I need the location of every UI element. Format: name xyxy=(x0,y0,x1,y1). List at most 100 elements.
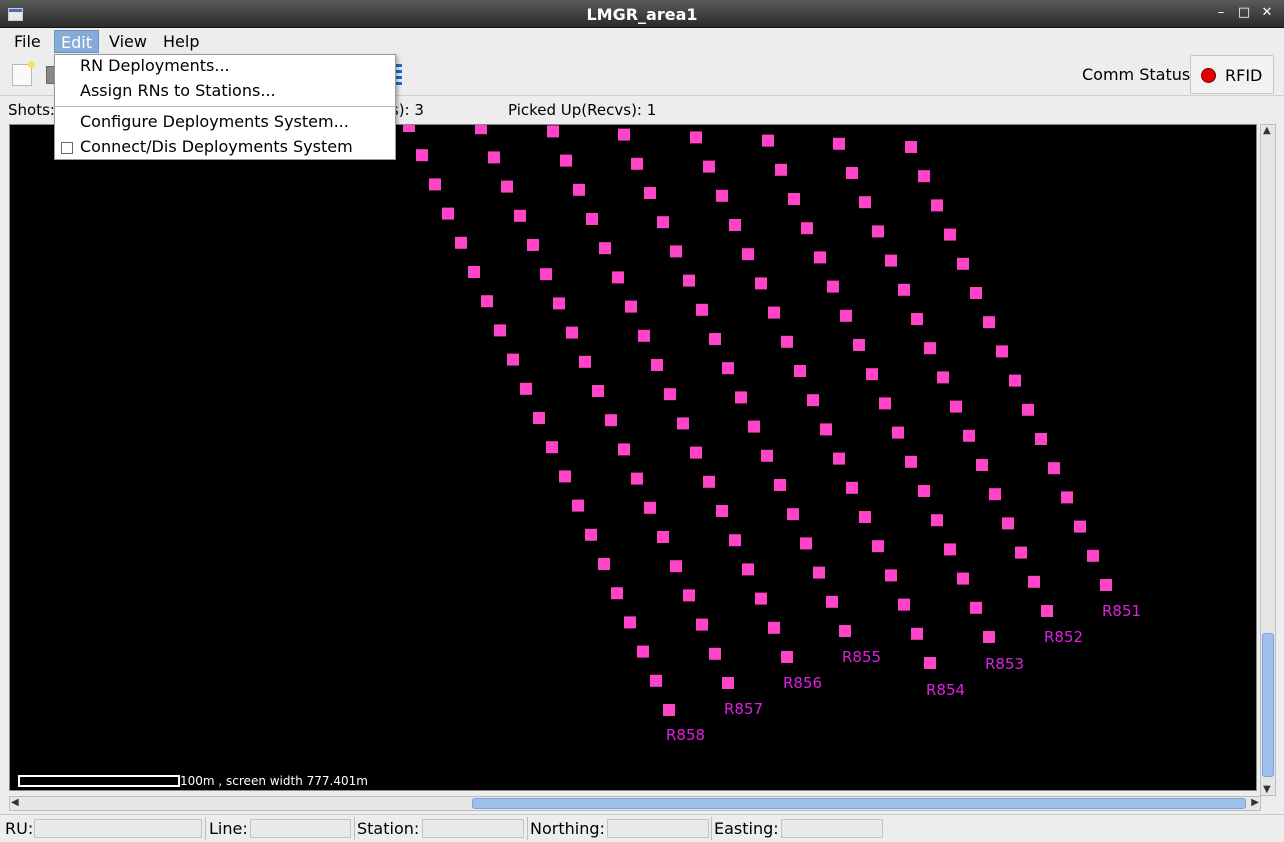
receiver-marker[interactable] xyxy=(892,426,904,439)
receiver-marker[interactable] xyxy=(475,125,487,135)
menu-view[interactable]: View xyxy=(103,30,153,53)
receiver-marker[interactable] xyxy=(677,417,689,430)
checkbox-icon[interactable] xyxy=(61,142,73,154)
receiver-marker[interactable] xyxy=(1074,520,1086,533)
menu-item-assign-rns[interactable]: Assign RNs to Stations... xyxy=(55,80,395,104)
receiver-marker[interactable] xyxy=(1048,462,1060,475)
receiver-marker[interactable] xyxy=(872,225,884,238)
receiver-marker[interactable] xyxy=(618,443,630,456)
receiver-marker[interactable] xyxy=(547,125,559,138)
receiver-marker[interactable] xyxy=(559,470,571,483)
receiver-marker[interactable] xyxy=(826,595,838,608)
receiver-marker[interactable] xyxy=(481,295,493,308)
receiver-marker[interactable] xyxy=(546,441,558,454)
receiver-marker[interactable] xyxy=(514,209,526,222)
receiver-marker[interactable] xyxy=(650,674,662,687)
receiver-marker[interactable] xyxy=(631,472,643,485)
receiver-marker[interactable] xyxy=(911,313,923,325)
receiver-marker[interactable] xyxy=(957,257,969,270)
receiver-marker[interactable] xyxy=(690,446,702,459)
menu-edit[interactable]: Edit xyxy=(54,30,99,53)
receiver-marker[interactable] xyxy=(1100,579,1112,591)
receiver-marker[interactable] xyxy=(788,193,800,205)
receiver-marker[interactable] xyxy=(716,505,728,517)
receiver-marker[interactable] xyxy=(1041,605,1053,617)
receiver-marker[interactable] xyxy=(879,397,891,410)
receiver-marker[interactable] xyxy=(507,353,519,366)
receiver-marker[interactable] xyxy=(983,316,995,329)
receiver-marker[interactable] xyxy=(859,511,871,523)
map-canvas[interactable]: R851 R852 R853 R854 R855 R856 R857 R858 100m , … xyxy=(9,124,1257,791)
receiver-marker[interactable] xyxy=(918,485,930,497)
receiver-marker[interactable] xyxy=(520,382,532,395)
receiver-marker[interactable] xyxy=(670,245,682,258)
receiver-marker[interactable] xyxy=(403,125,415,132)
receiver-marker[interactable] xyxy=(572,499,584,512)
menu-file[interactable]: File xyxy=(8,30,47,53)
menu-item-connect-deployments[interactable]: Connect/Dis Deployments System xyxy=(55,136,395,160)
receiver-marker[interactable] xyxy=(729,534,741,547)
receiver-marker[interactable] xyxy=(774,479,786,491)
receiver-marker[interactable] xyxy=(709,333,721,345)
receiver-marker[interactable] xyxy=(872,540,884,553)
receiver-marker[interactable] xyxy=(944,228,956,241)
receiver-marker[interactable] xyxy=(976,459,988,471)
receiver-marker[interactable] xyxy=(657,531,669,543)
receiver-marker[interactable] xyxy=(931,514,943,527)
receiver-marker[interactable] xyxy=(989,488,1001,501)
receiver-marker[interactable] xyxy=(885,254,897,267)
receiver-marker[interactable] xyxy=(794,365,806,377)
receiver-marker[interactable] xyxy=(970,601,982,614)
receiver-marker[interactable] xyxy=(573,183,585,196)
receiver-marker[interactable] xyxy=(644,187,656,199)
receiver-marker[interactable] xyxy=(755,592,767,605)
vertical-scroll-thumb[interactable] xyxy=(1262,633,1274,777)
receiver-marker[interactable] xyxy=(1035,433,1047,445)
receiver-marker[interactable] xyxy=(455,236,467,249)
receiver-marker[interactable] xyxy=(781,335,793,348)
receiver-marker[interactable] xyxy=(533,412,545,424)
receiver-marker[interactable] xyxy=(442,207,454,220)
receiver-marker[interactable] xyxy=(983,631,995,643)
receiver-marker[interactable] xyxy=(898,283,910,296)
receiver-marker[interactable] xyxy=(612,271,624,284)
receiver-marker[interactable] xyxy=(501,180,513,193)
receiver-marker[interactable] xyxy=(762,134,774,147)
receiver-marker[interactable] xyxy=(566,326,578,339)
receiver-marker[interactable] xyxy=(807,394,819,407)
receiver-marker[interactable] xyxy=(631,157,643,170)
receiver-marker[interactable] xyxy=(1061,491,1073,504)
receiver-marker[interactable] xyxy=(585,528,597,541)
receiver-marker[interactable] xyxy=(735,391,747,404)
receiver-marker[interactable] xyxy=(637,645,649,658)
receiver-marker[interactable] xyxy=(775,163,787,176)
receiver-marker[interactable] xyxy=(937,371,949,384)
receiver-marker[interactable] xyxy=(599,242,611,255)
receiver-marker[interactable] xyxy=(696,618,708,631)
receiver-marker[interactable] xyxy=(839,625,851,637)
menu-item-configure-deployments[interactable]: Configure Deployments System... xyxy=(55,111,395,135)
receiver-marker[interactable] xyxy=(833,452,845,465)
new-file-icon[interactable] xyxy=(12,61,35,86)
close-button[interactable]: ✕ xyxy=(1258,4,1276,22)
receiver-marker[interactable] xyxy=(1009,374,1021,387)
receiver-marker[interactable] xyxy=(605,414,617,427)
receiver-marker[interactable] xyxy=(911,627,923,640)
receiver-marker[interactable] xyxy=(703,475,715,488)
receiver-marker[interactable] xyxy=(429,178,441,191)
receiver-marker[interactable] xyxy=(859,196,871,209)
receiver-marker[interactable] xyxy=(625,300,637,313)
receiver-marker[interactable] xyxy=(690,131,702,144)
receiver-marker[interactable] xyxy=(905,141,917,153)
receiver-marker[interactable] xyxy=(1028,575,1040,588)
receiver-marker[interactable] xyxy=(853,339,865,351)
receiver-marker[interactable] xyxy=(638,329,650,342)
receiver-marker[interactable] xyxy=(722,362,734,375)
receiver-marker[interactable] xyxy=(846,481,858,494)
receiver-marker[interactable] xyxy=(846,167,858,179)
receiver-marker[interactable] xyxy=(592,385,604,397)
receiver-marker[interactable] xyxy=(579,355,591,368)
receiver-marker[interactable] xyxy=(611,587,623,600)
receiver-marker[interactable] xyxy=(644,501,656,514)
receiver-marker[interactable] xyxy=(898,598,910,611)
